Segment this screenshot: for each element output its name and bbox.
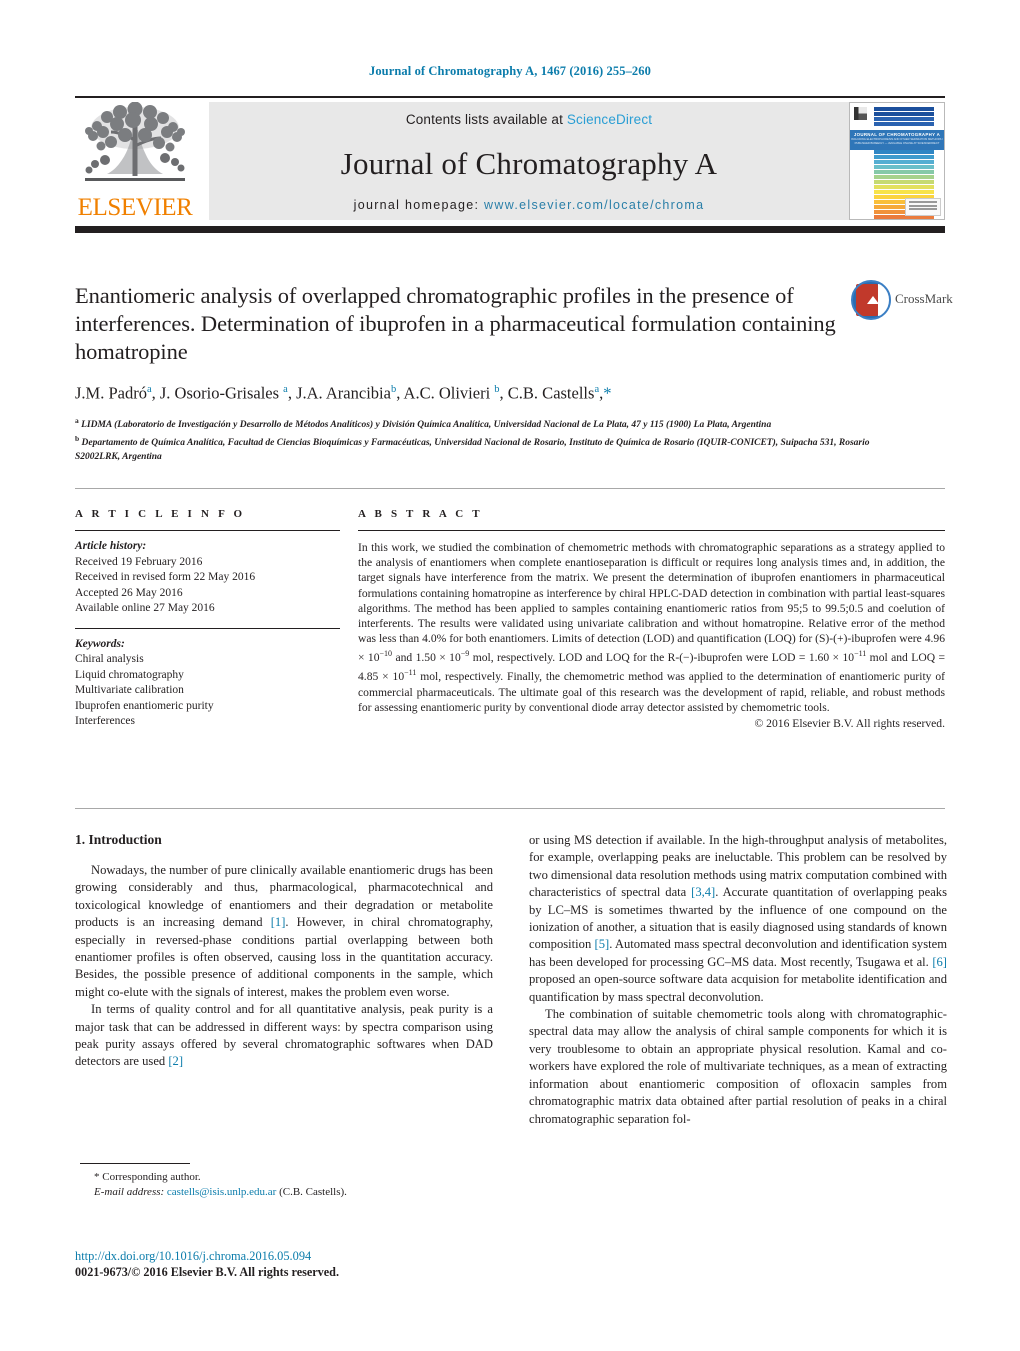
- author-list: J.M. Padróa, J. Osorio-Grisales a, J.A. …: [75, 383, 612, 403]
- contents-prefix: Contents lists available at: [405, 112, 567, 127]
- keyword-item: Chiral analysis: [75, 653, 144, 665]
- corresponding-author-note: * Corresponding author.: [94, 1171, 201, 1183]
- history-available-online: Available online 27 May 2016: [75, 602, 215, 614]
- keywords-group: Keywords: Chiral analysis Liquid chromat…: [75, 637, 340, 730]
- keyword-item: Multivariate calibration: [75, 684, 184, 696]
- issn-copyright-line: 0021-9673/© 2016 Elsevier B.V. All right…: [75, 1265, 340, 1279]
- running-head: Journal of Chromatography A, 1467 (2016)…: [368, 64, 651, 78]
- email-owner: (C.B. Castells).: [279, 1185, 347, 1198]
- masthead-bottom-rule: [75, 226, 945, 233]
- article-info-column: A R T I C L E I N F O Article history: R…: [75, 508, 340, 730]
- contents-list-line: Contents lists available at ScienceDirec…: [406, 112, 652, 127]
- cover-publisher-logo: [905, 198, 941, 216]
- title-block: Enantiomeric analysis of overlapped chro…: [75, 280, 953, 465]
- abstract-label: A B S T R A C T: [358, 508, 483, 520]
- email-link[interactable]: castells@isis.unlp.edu.ar: [167, 1186, 276, 1198]
- abstract-copyright: © 2016 Elsevier B.V. All rights reserved…: [754, 716, 945, 730]
- abstract-rule: [358, 530, 945, 531]
- keyword-item: Ibuprofen enantiomeric purity: [75, 699, 214, 712]
- crossmark-label: CrossMark: [895, 291, 953, 306]
- crossmark-badge[interactable]: CrossMark: [851, 280, 953, 322]
- keyword-item: Interferences: [75, 715, 136, 727]
- cover-band-title: JOURNAL OF CHROMATOGRAPHY A: [853, 132, 941, 137]
- body-columns: 1. Introduction Nowadays, the number of …: [75, 832, 947, 1202]
- footnote-separator: [80, 1163, 190, 1164]
- article-history-group: Article history: Received 19 February 20…: [75, 539, 340, 617]
- cover-title-band: JOURNAL OF CHROMATOGRAPHY A INCLUDING EL…: [850, 130, 944, 150]
- abstract-text: In this work, we studied the combination…: [358, 541, 945, 714]
- cover-band-subtitle: INCLUDING ELECTROPHORESIS AND OTHER SEPA…: [851, 138, 943, 145]
- body-top-rule: [75, 808, 945, 809]
- intro-paragraph-4: The combination of suitable chemometric …: [529, 1007, 947, 1126]
- article-info-label: A R T I C L E I N F O: [75, 508, 246, 520]
- cover-qr-icon: [854, 107, 867, 120]
- keywords-rule: [75, 627, 340, 629]
- article-history-heading: Article history:: [75, 540, 147, 552]
- abstract-column: A B S T R A C T In this work, we studied…: [358, 508, 945, 730]
- footer-block: http://dx.doi.org/10.1016/j.chroma.2016.…: [75, 1248, 575, 1280]
- keyword-item: Liquid chromatography: [75, 668, 184, 681]
- elsevier-wordmark: ELSEVIER: [77, 194, 193, 221]
- intro-paragraph-1: Nowadays, the number of pure clinically …: [75, 863, 493, 999]
- affiliation-b: b Departamento de Química Analítica, Fac…: [75, 434, 870, 462]
- doi-link[interactable]: http://dx.doi.org/10.1016/j.chroma.2016.…: [75, 1248, 575, 1264]
- page-title: Enantiomeric analysis of overlapped chro…: [75, 283, 836, 364]
- homepage-url-link[interactable]: www.elsevier.com/locate/chroma: [484, 198, 704, 212]
- section-heading-introduction: 1. Introduction: [75, 832, 162, 847]
- keywords-heading: Keywords:: [75, 637, 125, 650]
- history-revised: Received in revised form 22 May 2016: [75, 571, 256, 583]
- body-column-left: 1. Introduction Nowadays, the number of …: [75, 832, 493, 1071]
- article-page: Journal of Chromatography A, 1467 (2016)…: [0, 0, 1020, 1351]
- intro-paragraph-3: or using MS detection if available. In t…: [529, 833, 947, 1004]
- journal-cover-thumbnail[interactable]: JOURNAL OF CHROMATOGRAPHY A INCLUDING EL…: [849, 102, 945, 220]
- info-top-rule: [75, 488, 945, 489]
- journal-masthead: ELSEVIER Contents lists available at Sci…: [75, 96, 945, 233]
- journal-homepage-line: journal homepage: www.elsevier.com/locat…: [354, 198, 705, 212]
- sciencedirect-link[interactable]: ScienceDirect: [567, 112, 652, 127]
- email-note: E-mail address: castells@isis.unlp.edu.a…: [80, 1185, 510, 1200]
- homepage-prefix: journal homepage:: [353, 198, 485, 212]
- history-received: Received 19 February 2016: [75, 555, 203, 568]
- crossmark-icon: [851, 280, 891, 320]
- article-info-rule: [75, 530, 340, 531]
- affiliation-a: a LIDMA (Laboratorio de Investigación y …: [75, 415, 772, 430]
- masthead-center-panel: Contents lists available at ScienceDirec…: [209, 102, 849, 220]
- elsevier-logo: ELSEVIER: [75, 102, 195, 224]
- history-accepted: Accepted 26 May 2016: [75, 586, 183, 599]
- journal-title: Journal of Chromatography A: [340, 145, 718, 181]
- elsevier-tree-icon: [85, 102, 185, 181]
- intro-paragraph-2: In terms of quality control and for all …: [75, 1002, 493, 1069]
- body-column-right: or using MS detection if available. In t…: [529, 832, 947, 1128]
- email-label: E-mail address:: [94, 1185, 165, 1198]
- affiliation-list: a LIDMA (Laboratorio de Investigación y …: [75, 414, 875, 465]
- footnote-block: * Corresponding author. E-mail address: …: [80, 1170, 510, 1199]
